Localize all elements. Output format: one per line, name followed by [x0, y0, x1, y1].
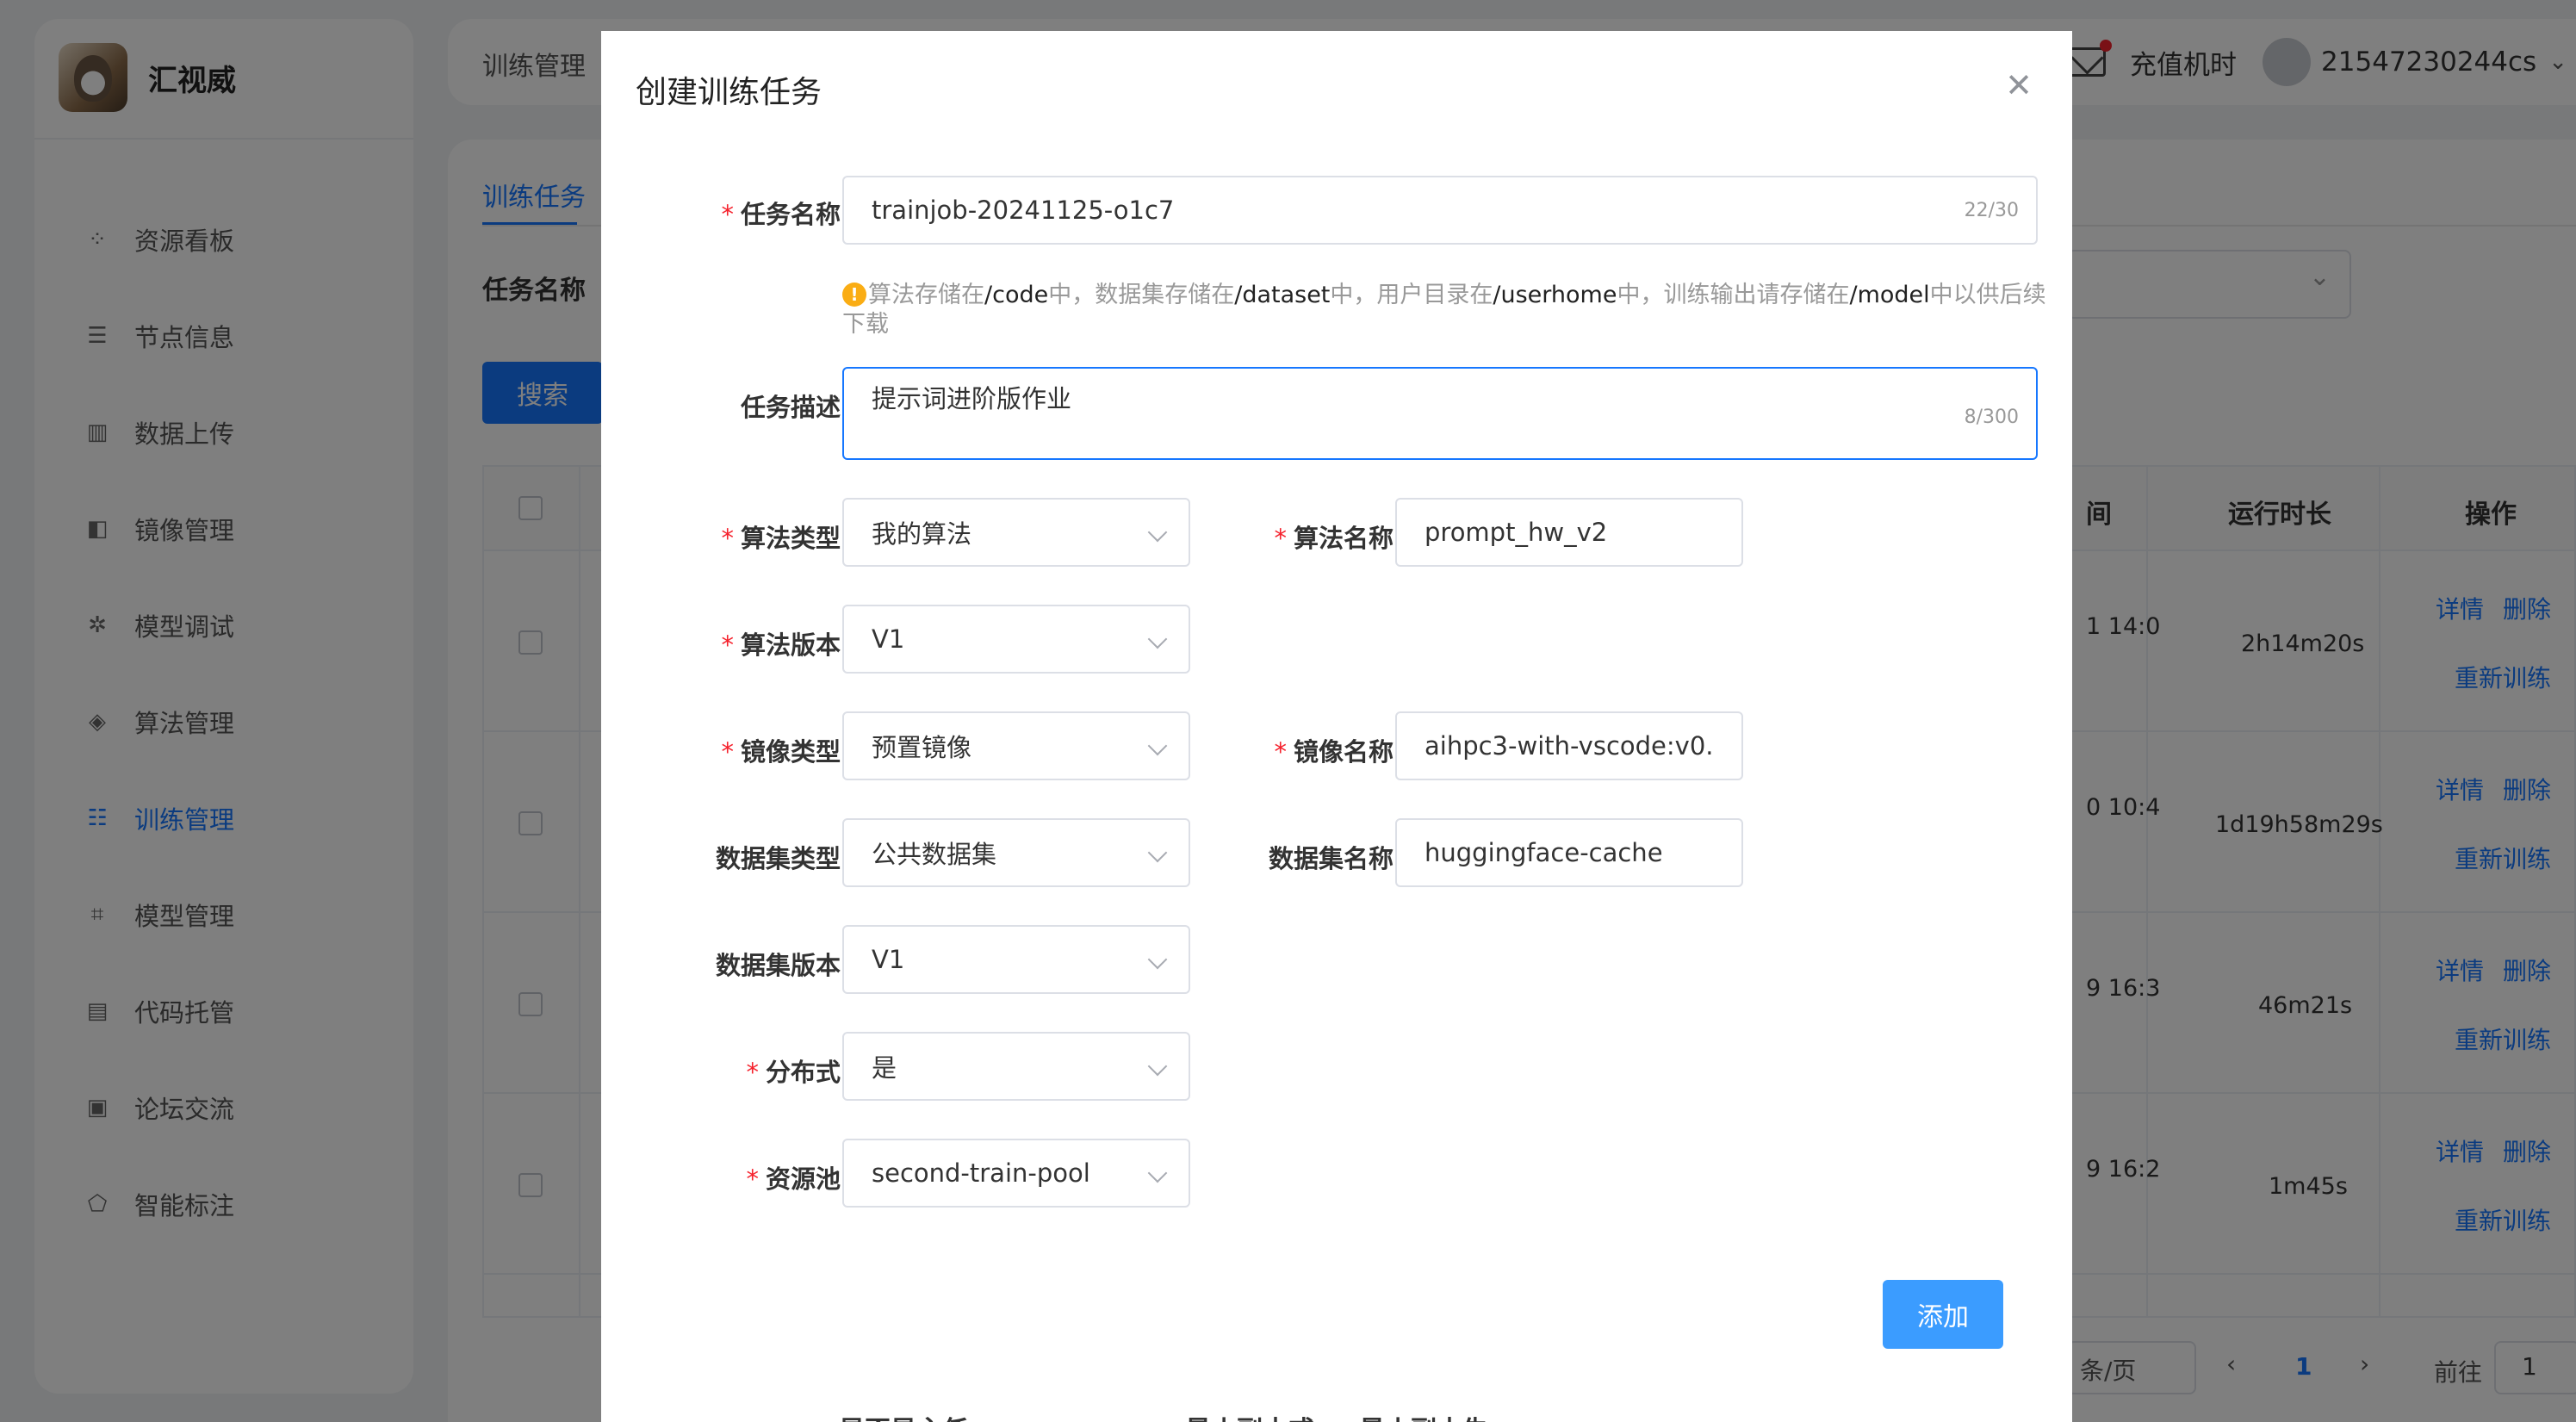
dataset-name-input[interactable]: huggingface-cache	[1395, 818, 1743, 887]
algo-version-value: V1	[872, 624, 905, 654]
distributed-label-text: 分布式	[765, 1058, 841, 1087]
cut-off-label: 最小副本或	[1185, 1409, 1314, 1422]
algo-version-label: * 算法版本	[721, 625, 841, 661]
task-name-input[interactable]: trainjob-20241125-o1c7 22/30	[842, 176, 2038, 245]
required-mark: *	[721, 630, 734, 660]
required-mark: *	[1274, 737, 1287, 767]
image-name-value: aihpc3-with-vscode:v0.	[1425, 731, 1714, 761]
dataset-version-select[interactable]: V1	[842, 925, 1190, 994]
resource-pool-label-text: 资源池	[765, 1164, 841, 1194]
algo-type-label: * 算法类型	[721, 519, 841, 555]
distributed-label: * 分布式	[746, 1053, 841, 1089]
dataset-type-select[interactable]: 公共数据集	[842, 818, 1190, 887]
hint-path-userhome: /userhome	[1493, 282, 1617, 308]
image-type-value: 预置镜像	[872, 733, 972, 762]
dataset-type-label: 数据集类型	[715, 844, 841, 873]
distributed-value: 是	[872, 1053, 897, 1083]
image-type-label: * 镜像类型	[721, 732, 841, 768]
hint-text: 中，数据集存储在	[1048, 282, 1235, 308]
image-type-select[interactable]: 预置镜像	[842, 711, 1190, 780]
resource-pool-label: * 资源池	[746, 1159, 841, 1195]
task-desc-counter: 8/300	[1964, 407, 2019, 428]
required-mark: *	[746, 1058, 759, 1087]
dataset-version-label: 数据集版本	[715, 951, 841, 980]
dataset-type-value: 公共数据集	[872, 840, 997, 869]
cut-off-label: 是否是主任	[839, 1409, 968, 1422]
algo-name-input[interactable]: prompt_hw_v2	[1395, 498, 1743, 567]
task-name-counter: 22/30	[1964, 199, 2019, 221]
cut-off-label: 最小副本失	[1359, 1409, 1488, 1422]
hint-path-dataset: /dataset	[1234, 282, 1331, 308]
algo-name-label: * 算法名称	[1274, 519, 1394, 555]
task-name-value: trainjob-20241125-o1c7	[872, 196, 1175, 225]
storage-hint: ! 算法存储在/code中，数据集存储在/dataset中，用户目录在/userh…	[842, 281, 2048, 339]
task-name-label-text: 任务名称	[740, 200, 841, 229]
algo-version-select[interactable]: V1	[842, 605, 1190, 674]
image-type-label-text: 镜像类型	[740, 737, 841, 767]
hint-path-code: /code	[984, 282, 1049, 308]
dataset-name-value: huggingface-cache	[1425, 838, 1663, 867]
required-mark: *	[1274, 524, 1287, 553]
resource-pool-value: second-train-pool	[872, 1158, 1090, 1188]
image-name-label: * 镜像名称	[1274, 732, 1394, 768]
hint-path-model: /model	[1849, 282, 1930, 308]
image-name-input[interactable]: aihpc3-with-vscode:v0.	[1395, 711, 1743, 780]
algo-type-label-text: 算法类型	[740, 524, 841, 553]
close-icon[interactable]: ✕	[2005, 69, 2033, 102]
required-mark: *	[746, 1164, 759, 1194]
dialog-title: 创建训练任务	[636, 75, 822, 110]
required-mark: *	[721, 524, 734, 553]
create-training-task-dialog: 创建训练任务 ✕ * 任务名称 trainjob-20241125-o1c7 22…	[601, 31, 2072, 1422]
hint-text: 中，训练输出请存储在	[1617, 282, 1850, 308]
dataset-name-label: 数据集名称	[1268, 844, 1394, 873]
task-desc-value: 提示词进阶版作业	[872, 384, 1072, 413]
algo-name-value: prompt_hw_v2	[1425, 518, 1608, 547]
algo-type-value: 我的算法	[872, 519, 972, 549]
algo-name-label-text: 算法名称	[1293, 524, 1394, 553]
distributed-select[interactable]: 是	[842, 1032, 1190, 1101]
add-button[interactable]: 添加	[1883, 1280, 2003, 1349]
required-mark: *	[721, 737, 734, 767]
hint-text: 算法存储在	[868, 282, 984, 308]
task-desc-label: 任务描述	[740, 393, 841, 422]
image-name-label-text: 镜像名称	[1293, 737, 1394, 767]
algo-type-select[interactable]: 我的算法	[842, 498, 1190, 567]
resource-pool-select[interactable]: second-train-pool	[842, 1139, 1190, 1208]
hint-text: 中，用户目录在	[1330, 282, 1493, 308]
task-name-label: * 任务名称	[721, 195, 841, 231]
warning-icon: !	[842, 283, 866, 307]
required-mark: *	[721, 200, 734, 229]
dataset-version-value: V1	[872, 945, 905, 974]
task-desc-textarea[interactable]: 提示词进阶版作业 8/300	[842, 367, 2038, 460]
algo-version-label-text: 算法版本	[740, 630, 841, 660]
